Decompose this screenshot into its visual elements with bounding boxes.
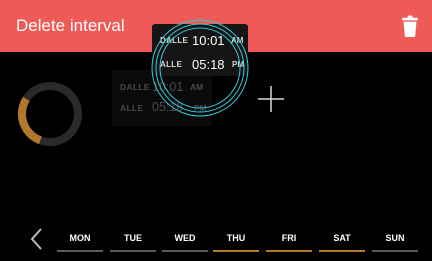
dragged-interval-card[interactable]: DALLE 10:01 AM ALLE 05:18 PM	[152, 24, 248, 76]
from-label: DALLE	[120, 82, 150, 92]
chevron-left-icon[interactable]	[30, 228, 44, 250]
day-mon[interactable]: MON	[55, 233, 105, 252]
day-label: TUE	[124, 233, 142, 243]
day-label: SUN	[385, 233, 405, 243]
day-label: MON	[69, 233, 91, 243]
day-tue[interactable]: TUE	[108, 233, 158, 252]
day-sun[interactable]: SUN	[370, 233, 420, 252]
to-label: ALLE	[160, 60, 183, 69]
day-underline	[57, 250, 103, 252]
day-underline	[162, 250, 208, 252]
to-time: 05:18	[152, 100, 184, 114]
add-interval-icon[interactable]	[258, 86, 284, 112]
day-wed[interactable]: WED	[160, 233, 210, 252]
dragged-from-row: DALLE 10:01 AM	[152, 32, 248, 54]
to-label: ALLE	[120, 103, 144, 113]
interval-card[interactable]: DALLE 10:01 AM ALLE 05:18 PM	[112, 70, 212, 126]
to-ampm: PM	[194, 103, 207, 113]
day-underline	[213, 250, 259, 252]
day-underline	[372, 250, 418, 252]
day-label: SAT	[333, 233, 351, 243]
from-ampm: AM	[190, 82, 204, 92]
from-time: 10:01	[152, 80, 184, 94]
day-underline	[110, 250, 156, 252]
day-thu[interactable]: THU	[211, 233, 261, 252]
from-label: DALLE	[160, 36, 189, 45]
interval-to-row: ALLE 05:18 PM	[112, 99, 212, 121]
dragged-to-row: ALLE 05:18 PM	[152, 56, 248, 78]
weekday-selector: MON TUE WED THU FRI SAT SUN	[0, 220, 432, 261]
interval-from-row: DALLE 10:01 AM	[112, 78, 212, 100]
day-fri[interactable]: FRI	[264, 233, 314, 252]
from-time: 10:01	[192, 33, 225, 48]
day-label: FRI	[281, 233, 297, 243]
trash-icon[interactable]	[402, 15, 418, 37]
page-title: Delete interval	[16, 16, 125, 35]
daily-schedule-ring	[18, 82, 82, 146]
day-label: THU	[226, 233, 246, 243]
to-time: 05:18	[192, 57, 225, 72]
from-ampm: AM	[231, 36, 244, 45]
to-ampm: PM	[232, 60, 244, 69]
day-underline	[319, 250, 365, 252]
ring-active-arc	[18, 82, 82, 146]
day-underline	[266, 250, 312, 252]
day-label: WED	[174, 233, 196, 243]
day-sat[interactable]: SAT	[317, 233, 367, 252]
